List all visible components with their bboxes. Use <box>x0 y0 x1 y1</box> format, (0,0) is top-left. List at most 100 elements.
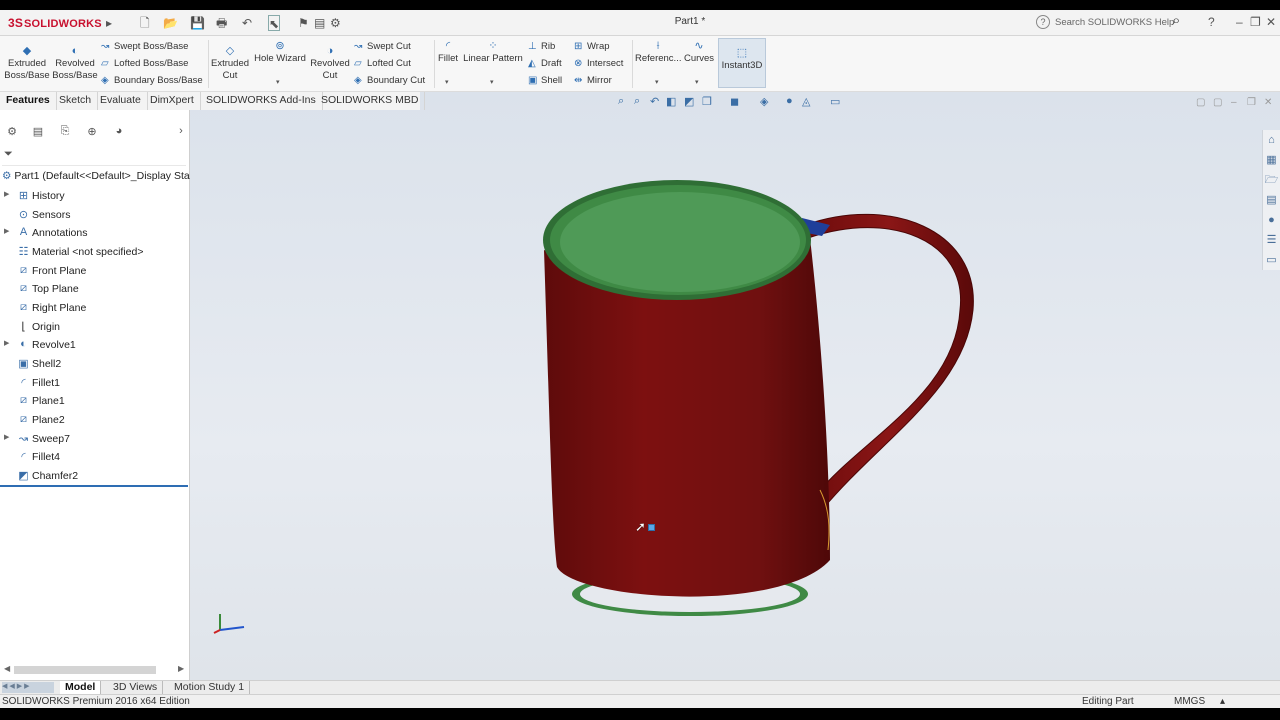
viewport-close-icon[interactable]: ✕ <box>1264 97 1272 108</box>
options-gear-icon[interactable]: ⚙ <box>330 15 341 31</box>
tree-root-part[interactable]: ⚙ Part1 (Default<<Default>_Display Sta <box>2 170 190 182</box>
curves-dropdown-icon[interactable]: ▾ <box>695 78 699 86</box>
help-search-input[interactable]: Search SOLIDWORKS Help <box>1055 17 1174 28</box>
extruded-boss-button[interactable]: ◆ Extruded Boss/Base <box>4 45 50 82</box>
panel-expand-icon[interactable]: › <box>172 125 190 141</box>
minimize-icon[interactable]: – <box>1236 15 1243 29</box>
tab-motion-study[interactable]: Motion Study 1 <box>169 681 251 694</box>
display-style-icon[interactable]: ◼ <box>730 95 739 108</box>
pattern-dropdown-icon[interactable]: ▾ <box>490 78 494 86</box>
save-icon[interactable]: 💾 <box>190 15 205 31</box>
tree-item-origin[interactable]: ⌊ Origin <box>0 319 188 337</box>
open-icon[interactable]: 📂 <box>163 15 178 31</box>
expand-icon[interactable]: ▶ <box>4 433 9 441</box>
revolved-boss-button[interactable]: ◐ Revolved Boss/Base <box>52 45 98 82</box>
tree-item-shell2[interactable]: ▣ Shell2 <box>0 356 188 374</box>
appearance-icon[interactable]: ● <box>786 95 793 107</box>
reference-dropdown-icon[interactable]: ▾ <box>655 78 659 86</box>
tab-model[interactable]: Model <box>60 681 102 694</box>
print-icon[interactable]: 🖶 <box>216 15 227 31</box>
tab-sketch[interactable]: Sketch <box>53 92 99 110</box>
extruded-cut-button[interactable]: ◇ Extruded Cut <box>210 45 250 82</box>
magnifier-icon[interactable]: ⌕ <box>1172 12 1180 29</box>
tree-item-history[interactable]: ▶ ⊞ History <box>0 188 188 206</box>
tree-item-sweep7[interactable]: ▶ ↝ Sweep7 <box>0 431 188 449</box>
dimxpert-manager-tab-icon[interactable]: ⊕ <box>83 125 101 141</box>
tab-navigation-icons[interactable]: ◀◀▶▶ <box>2 682 54 693</box>
expand-icon[interactable]: ▶ <box>4 339 9 347</box>
rebuild-icon[interactable]: ⚑ <box>298 15 309 31</box>
boundary-boss-button[interactable]: ◈ Boundary Boss/Base <box>101 74 203 88</box>
rollback-bar[interactable] <box>0 485 188 487</box>
boundary-cut-button[interactable]: ◈ Boundary Cut <box>354 74 425 88</box>
tab-features[interactable]: Features <box>0 92 57 110</box>
tree-item-plane1[interactable]: ⧄ Plane1 <box>0 393 188 411</box>
solidworks-logo[interactable]: 3SSOLIDWORKS <box>8 14 106 32</box>
tab-dimxpert[interactable]: DimXpert <box>144 92 201 110</box>
restore-icon[interactable]: ❐ <box>1250 15 1261 29</box>
file-explorer-icon[interactable]: 🗁 <box>1263 170 1280 190</box>
tab-addins[interactable]: SOLIDWORKS Add-Ins <box>200 92 323 110</box>
lofted-boss-button[interactable]: ▱ Lofted Boss/Base <box>101 57 188 71</box>
previous-view-icon[interactable]: ↶ <box>650 95 659 108</box>
mirror-button[interactable]: ⇹ Mirror <box>574 74 612 88</box>
close-icon[interactable]: ✕ <box>1266 15 1276 29</box>
tree-item-front-plane[interactable]: ⧄ Front Plane <box>0 263 188 281</box>
mug-model[interactable] <box>190 110 1262 680</box>
rib-button[interactable]: ⊥ Rib <box>528 40 555 54</box>
revolved-cut-button[interactable]: ◑ Revolved Cut <box>310 45 350 82</box>
tree-item-revolve1[interactable]: ▶ ◐ Revolve1 <box>0 337 188 355</box>
tree-item-plane2[interactable]: ⧄ Plane2 <box>0 412 188 430</box>
tab-evaluate[interactable]: Evaluate <box>94 92 148 110</box>
lofted-cut-button[interactable]: ▱ Lofted Cut <box>354 57 411 71</box>
tree-filter[interactable]: ⏷ <box>2 148 186 166</box>
help-search[interactable]: ? Search SOLIDWORKS Help ⌕ <box>1034 12 1200 32</box>
tree-item-top-plane[interactable]: ⧄ Top Plane <box>0 281 188 299</box>
file-properties-icon[interactable]: ▤ <box>314 15 325 31</box>
tab-3d-views[interactable]: 3D Views <box>108 681 164 694</box>
scene-icon[interactable]: ◬ <box>802 95 810 108</box>
tree-item-right-plane[interactable]: ⧄ Right Plane <box>0 300 188 318</box>
hole-wizard-button[interactable]: ⊚ Hole Wizard <box>254 40 306 65</box>
feature-manager-tab-icon[interactable]: ⚙ <box>3 125 21 141</box>
viewport-tile-icon[interactable]: ▢ <box>1196 97 1205 108</box>
undo-icon[interactable]: ↶ <box>242 15 252 31</box>
zoom-area-icon[interactable]: ⌕ <box>634 95 640 108</box>
viewport-split-icon[interactable]: ▢ <box>1213 97 1222 108</box>
units-selector[interactable]: MMGS <box>1174 696 1205 707</box>
tab-mbd[interactable]: SOLIDWORKS MBD <box>315 92 426 110</box>
tree-item-chamfer2[interactable]: ◩ Chamfer2 <box>0 468 188 486</box>
panel-horizontal-scrollbar[interactable]: ◀ ▶ <box>2 664 188 676</box>
intersect-button[interactable]: ⊗ Intersect <box>574 57 623 71</box>
expand-icon[interactable]: ▶ <box>4 190 9 198</box>
property-manager-tab-icon[interactable]: ▤ <box>29 125 47 141</box>
fillet-button[interactable]: ◜ Fillet <box>436 40 460 65</box>
curves-button[interactable]: ∿ Curves <box>683 40 715 65</box>
hide-show-icon[interactable]: ◈ <box>760 95 768 108</box>
wrap-button[interactable]: ⊞ Wrap <box>574 40 610 54</box>
new-document-icon[interactable]: 🗋 <box>140 15 150 31</box>
view-settings-icon[interactable]: ▭ <box>830 95 840 108</box>
reference-geometry-button[interactable]: ⟊ Referenc... <box>635 40 681 65</box>
scroll-left-icon[interactable]: ◀ <box>4 664 10 673</box>
units-dropdown-icon[interactable]: ▴ <box>1220 696 1225 707</box>
tree-item-sensors[interactable]: ⊙ Sensors <box>0 207 188 225</box>
viewport-restore-icon[interactable]: ❐ <box>1247 97 1256 108</box>
forum-icon[interactable]: ▭ <box>1263 250 1280 270</box>
expand-icon[interactable]: ▶ <box>4 227 9 235</box>
dynamic-annotation-icon[interactable]: ◩ <box>684 95 694 108</box>
menu-expand-icon[interactable]: ▸ <box>106 15 112 31</box>
linear-pattern-button[interactable]: ⁘ Linear Pattern <box>463 40 523 65</box>
hole-wizard-dropdown-icon[interactable]: ▾ <box>276 78 280 86</box>
tree-item-material[interactable]: ☷ Material <not specified> <box>0 244 188 262</box>
tree-item-fillet4[interactable]: ◜ Fillet4 <box>0 449 188 467</box>
configuration-manager-tab-icon[interactable]: ⎘ <box>56 125 74 141</box>
zoom-to-fit-icon[interactable]: ⌕ <box>618 95 624 108</box>
select-icon[interactable]: ⬉ <box>268 15 281 31</box>
tree-item-annotations[interactable]: ▶ A Annotations <box>0 225 188 243</box>
fillet-dropdown-icon[interactable]: ▾ <box>445 78 449 86</box>
scrollbar-thumb[interactable] <box>14 666 156 674</box>
display-manager-tab-icon[interactable]: ◕ <box>110 125 128 141</box>
tree-item-fillet1[interactable]: ◜ Fillet1 <box>0 375 188 393</box>
view-palette-icon[interactable]: ▤ <box>1263 190 1280 210</box>
